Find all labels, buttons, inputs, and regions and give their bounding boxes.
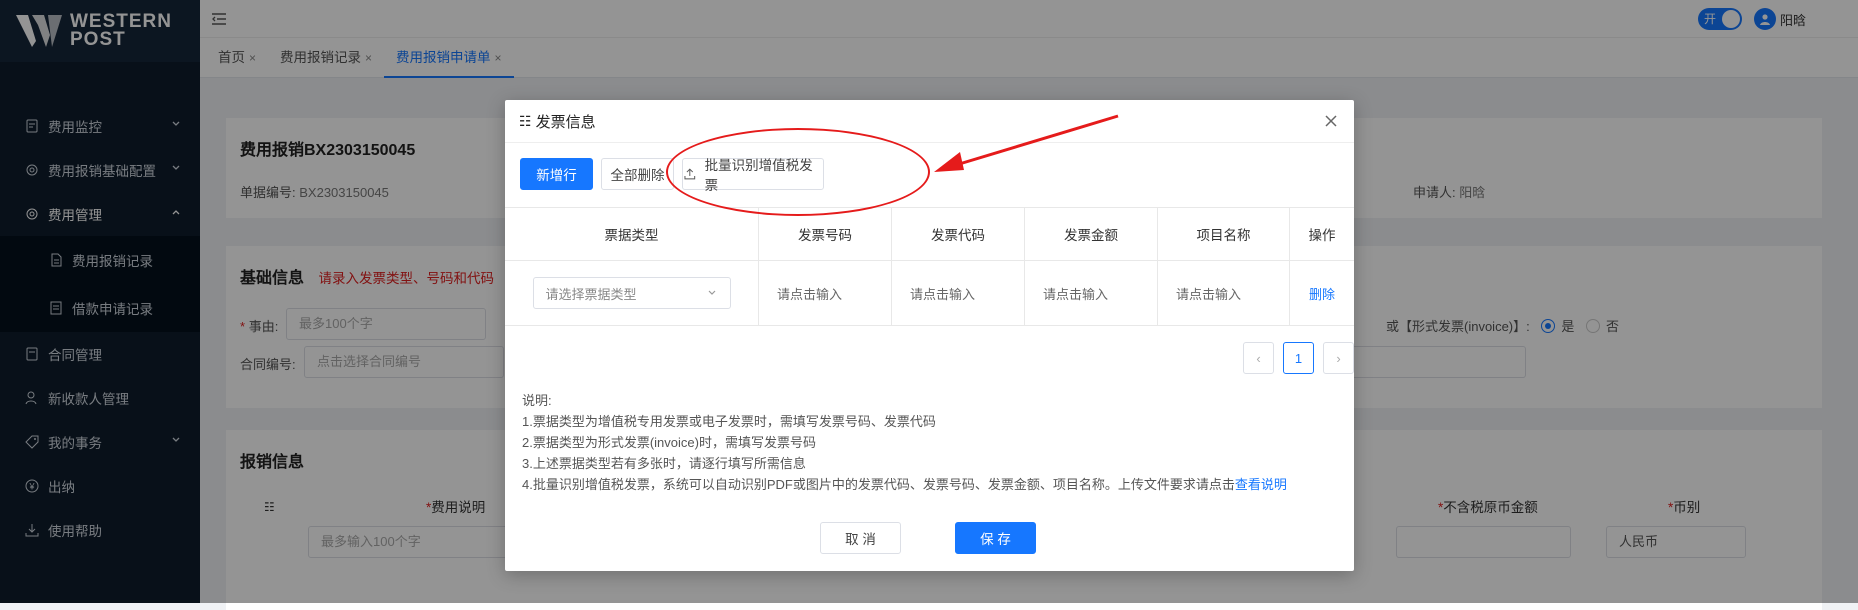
table-header-row: 票据类型 发票号码 发票代码 发票金额 项目名称 操作 (505, 208, 1354, 261)
add-row-button[interactable]: 新增行 (520, 158, 593, 190)
annotation-arrow-icon (934, 114, 1119, 172)
invoice-amount-input[interactable]: 请点击输入 (1025, 261, 1158, 325)
delete-all-button[interactable]: 全部删除 (601, 158, 674, 190)
invoice-table: 票据类型 发票号码 发票代码 发票金额 项目名称 操作 请选择票据类型 请点击输… (505, 207, 1354, 326)
instruction-line-text: 4.批量识别增值税发票，系统可以自动识别PDF或图片中的发票代码、发票号码、发票… (522, 477, 1235, 492)
col-invoice-code: 发票代码 (892, 208, 1025, 260)
close-icon[interactable] (1322, 112, 1340, 130)
prev-page-button[interactable]: ‹ (1243, 342, 1274, 374)
col-ticket-type: 票据类型 (505, 208, 759, 260)
next-page-button[interactable]: › (1323, 342, 1354, 374)
view-instructions-link[interactable]: 查看说明 (1235, 477, 1287, 492)
chevron-down-icon (708, 290, 715, 295)
annotation-ellipse (666, 128, 930, 216)
invoice-number-input[interactable]: 请点击输入 (759, 261, 892, 325)
col-invoice-amount: 发票金额 (1025, 208, 1158, 260)
list-icon: ☷ (519, 112, 532, 129)
instruction-line: 1.票据类型为增值税专用发票或电子发票时，需填写发票号码、发票代码 (522, 414, 936, 429)
col-project-name: 项目名称 (1158, 208, 1290, 260)
instruction-line: 3.上述票据类型若有多张时，请逐行填写所需信息 (522, 456, 806, 471)
col-invoice-number: 发票号码 (759, 208, 892, 260)
cancel-button[interactable]: 取 消 (820, 522, 901, 554)
ticket-type-select[interactable]: 请选择票据类型 (532, 277, 731, 309)
ticket-type-placeholder: 请选择票据类型 (545, 286, 637, 302)
page-1-button[interactable]: 1 (1283, 342, 1314, 374)
table-row: 请选择票据类型 请点击输入 请点击输入 请点击输入 请点击输入 删除 (505, 261, 1354, 326)
instructions-title: 说明: (522, 393, 552, 408)
actions-cell: 删除 (1290, 261, 1354, 325)
instruction-line: 4.批量识别增值税发票，系统可以自动识别PDF或图片中的发票代码、发票号码、发票… (522, 474, 1287, 495)
project-name-input[interactable]: 请点击输入 (1158, 261, 1290, 325)
instruction-line: 2.票据类型为形式发票(invoice)时，需填写发票号码 (522, 435, 816, 450)
pagination: ‹ 1 › (1234, 342, 1354, 374)
col-actions: 操作 (1308, 228, 1336, 243)
delete-row-link[interactable]: 删除 (1309, 284, 1335, 303)
save-button[interactable]: 保 存 (955, 522, 1036, 554)
dialog-title: 发票信息 (535, 113, 596, 131)
ticket-type-cell: 请选择票据类型 (505, 261, 759, 325)
invoice-code-input[interactable]: 请点击输入 (892, 261, 1025, 325)
instructions: 说明: 1.票据类型为增值税专用发票或电子发票时，需填写发票号码、发票代码 2.… (522, 390, 1287, 495)
